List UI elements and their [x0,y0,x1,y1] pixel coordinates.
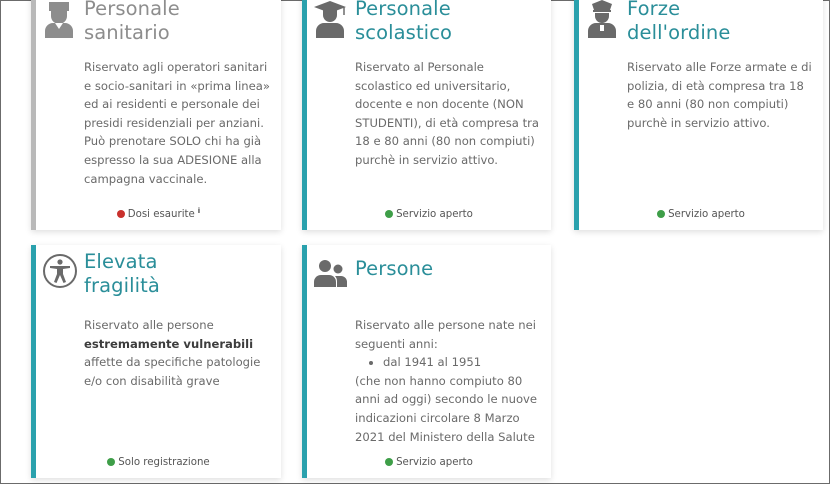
status-dot [107,457,116,466]
status-label: Servizio aperto [396,209,473,220]
card-title: Elevata fragilità [84,250,160,297]
status-indicator: Servizio aperto [579,209,823,220]
status-indicator: Servizio aperto [307,209,551,220]
description-text: Riservato alle persone [84,318,214,332]
card-title: Forze dell'ordine [627,0,731,44]
card-description: Riservato al Personale scolastico ed uni… [355,60,539,167]
status-indicator: Servizio aperto [307,457,551,468]
birth-years-list: dal 1941 al 1951 [355,353,541,372]
list-item: dal 1941 al 1951 [383,353,541,372]
card-description: Riservato alle persone nate nei seguenti… [355,316,541,446]
status-label: Servizio aperto [668,209,745,220]
info-icon[interactable]: i [198,207,200,215]
description-text: Riservato alle persone nate nei seguenti… [355,318,536,351]
card-title: Personale scolastico [355,0,453,44]
accessibility-icon [42,253,78,289]
card-title: Personale sanitario [84,0,180,44]
status-indicator: Solo registrazione [36,457,281,468]
graduate-icon [313,0,347,38]
card-personale-scolastico[interactable]: Personale scolastico Riservato al Person… [302,0,551,230]
status-indicator: Dosi esaurite i [36,207,281,220]
status-dot [116,209,125,218]
description-text: (che non hanno compiuto 80 anni ad oggi)… [355,373,538,444]
status-label: Servizio aperto [396,457,473,468]
description-text: affette da specifiche patologie e/o con … [84,355,261,388]
description-emphasis: estremamente vulnerabili [84,336,254,351]
status-dot [385,457,394,466]
card-description: Riservato agli operatori sanitari e soci… [84,60,270,186]
card-title: Persone [355,257,434,280]
card-description: Riservato alle persone estremamente vuln… [84,316,271,390]
status-dot [657,209,666,218]
card-forze-ordine[interactable]: Forze dell'ordine Riservato alle Forze a… [574,0,823,230]
card-elevata-fragilita[interactable]: Elevata fragilità Riservato alle persone… [31,245,281,478]
nurse-icon [42,0,76,38]
status-dot [385,209,394,218]
card-persone[interactable]: Persone Riservato alle persone nate nei … [302,245,551,478]
users-icon [313,257,347,297]
card-description: Riservato alle Forze armate e di polizia… [627,60,812,130]
status-label: Solo registrazione [118,457,210,468]
card-personale-sanitario[interactable]: Personale sanitario Riservato agli opera… [31,0,281,230]
status-label: Dosi esaurite [127,209,195,220]
police-officer-icon [585,0,619,38]
